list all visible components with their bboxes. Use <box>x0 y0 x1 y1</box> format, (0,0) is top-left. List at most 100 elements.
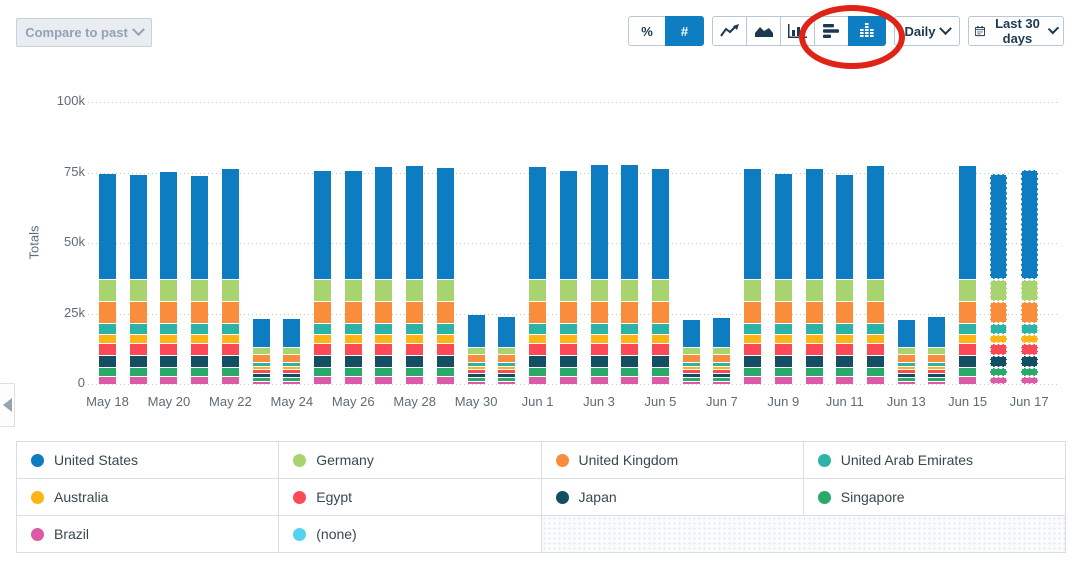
bar-segment-brazil[interactable] <box>713 381 731 384</box>
bar-segment-australia[interactable] <box>928 367 946 370</box>
percent-view-button[interactable]: % <box>628 16 666 46</box>
bar-segment-united-kingdom[interactable] <box>375 302 393 323</box>
bar-segment-australia[interactable] <box>959 334 977 344</box>
stacked-bar-jun-6[interactable] <box>682 319 700 384</box>
bar-segment-egypt[interactable] <box>744 344 762 356</box>
bar-segment-united-arab-emirates[interactable] <box>467 363 485 366</box>
horizontal-stacked-bar-button[interactable] <box>814 16 849 46</box>
legend-item--none-[interactable]: (none) <box>279 516 541 552</box>
bar-segment-united-arab-emirates[interactable] <box>252 363 270 366</box>
bar-segment-united-kingdom[interactable] <box>713 355 731 363</box>
bar-segment-brazil[interactable] <box>682 381 700 384</box>
bar-segment-brazil[interactable] <box>436 376 454 384</box>
bar-segment-germany[interactable] <box>283 347 301 355</box>
bar-segment-egypt[interactable] <box>498 370 516 373</box>
bar-segment-united-states[interactable] <box>221 168 239 279</box>
stacked-bar-jun-10[interactable] <box>805 168 823 384</box>
bar-segment-singapore[interactable] <box>713 378 731 381</box>
bar-segment-brazil[interactable] <box>867 376 884 384</box>
bar-segment-united-arab-emirates[interactable] <box>621 323 639 334</box>
bar-segment-brazil[interactable] <box>283 381 301 384</box>
bar-segment-germany[interactable] <box>928 347 946 355</box>
bar-segment-australia[interactable] <box>590 334 608 344</box>
bar-segment-united-states[interactable] <box>99 174 116 279</box>
bar-segment-germany[interactable] <box>590 279 608 302</box>
bar-segment-germany[interactable] <box>160 279 178 302</box>
stacked-bar-jun-14[interactable] <box>928 316 946 384</box>
bar-segment-singapore[interactable] <box>989 367 1007 376</box>
bar-segment-united-arab-emirates[interactable] <box>498 363 516 366</box>
bar-segment-united-states[interactable] <box>713 318 731 347</box>
legend-item-japan[interactable]: Japan <box>541 479 803 515</box>
bar-segment-brazil[interactable] <box>651 376 669 384</box>
stacked-bar-jun-17[interactable] <box>1020 169 1038 384</box>
bar-segment-egypt[interactable] <box>989 344 1007 356</box>
bar-segment-egypt[interactable] <box>621 344 639 356</box>
bar-segment-singapore[interactable] <box>590 367 608 376</box>
bar-segment-germany[interactable] <box>436 279 454 302</box>
bar-segment-egypt[interactable] <box>928 370 946 373</box>
legend-item-brazil[interactable]: Brazil <box>17 516 279 552</box>
bar-segment-japan[interactable] <box>160 356 178 367</box>
bar-segment-united-arab-emirates[interactable] <box>928 363 946 366</box>
compare-to-past-button[interactable]: Compare to past <box>16 18 152 47</box>
bar-segment-united-arab-emirates[interactable] <box>713 363 731 366</box>
bar-segment-united-states[interactable] <box>1020 169 1038 279</box>
bar-segment-australia[interactable] <box>529 334 547 344</box>
bar-segment-egypt[interactable] <box>897 370 915 373</box>
bar-segment-united-arab-emirates[interactable] <box>559 323 577 334</box>
stacked-bar-may-22[interactable] <box>221 168 239 384</box>
bar-segment-united-states[interactable] <box>191 175 209 279</box>
bar-segment-germany[interactable] <box>129 279 147 302</box>
bar-segment-brazil[interactable] <box>191 376 209 384</box>
bar-segment-germany[interactable] <box>744 279 762 302</box>
bar-segment-united-arab-emirates[interactable] <box>590 323 608 334</box>
bar-segment-united-arab-emirates[interactable] <box>375 323 393 334</box>
bar-segment-united-kingdom[interactable] <box>836 302 854 323</box>
bar-segment-germany[interactable] <box>651 279 669 302</box>
bar-segment-united-kingdom[interactable] <box>344 302 362 323</box>
bar-segment-united-states[interactable] <box>651 168 669 279</box>
bar-segment-australia[interactable] <box>805 334 823 344</box>
bar-segment-brazil[interactable] <box>774 376 792 384</box>
bar-segment-brazil[interactable] <box>1020 376 1038 384</box>
bar-segment-australia[interactable] <box>1020 334 1038 344</box>
bar-segment-singapore[interactable] <box>651 367 669 376</box>
bar-segment-united-states[interactable] <box>344 171 362 279</box>
bar-segment-singapore[interactable] <box>283 378 301 381</box>
stacked-bar-may-24[interactable] <box>283 318 301 384</box>
bar-segment-japan[interactable] <box>221 356 239 367</box>
bar-segment-singapore[interactable] <box>221 367 239 376</box>
bar-segment-united-kingdom[interactable] <box>774 302 792 323</box>
bar-segment-united-arab-emirates[interactable] <box>1020 323 1038 334</box>
bar-segment-germany[interactable] <box>989 279 1007 302</box>
bar-segment-brazil[interactable] <box>160 376 178 384</box>
bar-segment-germany[interactable] <box>805 279 823 302</box>
bar-segment-japan[interactable] <box>436 356 454 367</box>
bar-segment-brazil[interactable] <box>744 376 762 384</box>
stacked-bar-jun-15[interactable] <box>959 166 977 384</box>
legend-item-germany[interactable]: Germany <box>279 442 541 478</box>
bar-segment-brazil[interactable] <box>498 381 516 384</box>
bar-segment-japan[interactable] <box>99 356 116 367</box>
bar-segment-united-arab-emirates[interactable] <box>406 323 424 334</box>
bar-segment-egypt[interactable] <box>682 370 700 373</box>
bar-segment-germany[interactable] <box>344 279 362 302</box>
bar-segment-united-kingdom[interactable] <box>160 302 178 323</box>
bar-segment-united-states[interactable] <box>129 175 147 279</box>
bar-segment-australia[interactable] <box>375 334 393 344</box>
bar-segment-singapore[interactable] <box>344 367 362 376</box>
bar-segment-united-states[interactable] <box>252 318 270 347</box>
bar-segment-united-arab-emirates[interactable] <box>651 323 669 334</box>
bar-segment-germany[interactable] <box>314 279 332 302</box>
bar-segment-united-kingdom[interactable] <box>989 302 1007 323</box>
bar-segment-egypt[interactable] <box>713 370 731 373</box>
bar-segment-singapore[interactable] <box>867 367 884 376</box>
stacked-bar-jun-13[interactable] <box>897 320 915 384</box>
bar-segment-united-states[interactable] <box>283 318 301 347</box>
bar-segment-brazil[interactable] <box>590 376 608 384</box>
bar-segment-united-arab-emirates[interactable] <box>836 323 854 334</box>
stacked-bar-may-19[interactable] <box>129 175 147 384</box>
bar-segment-egypt[interactable] <box>283 370 301 373</box>
stacked-bar-may-25[interactable] <box>314 170 332 384</box>
